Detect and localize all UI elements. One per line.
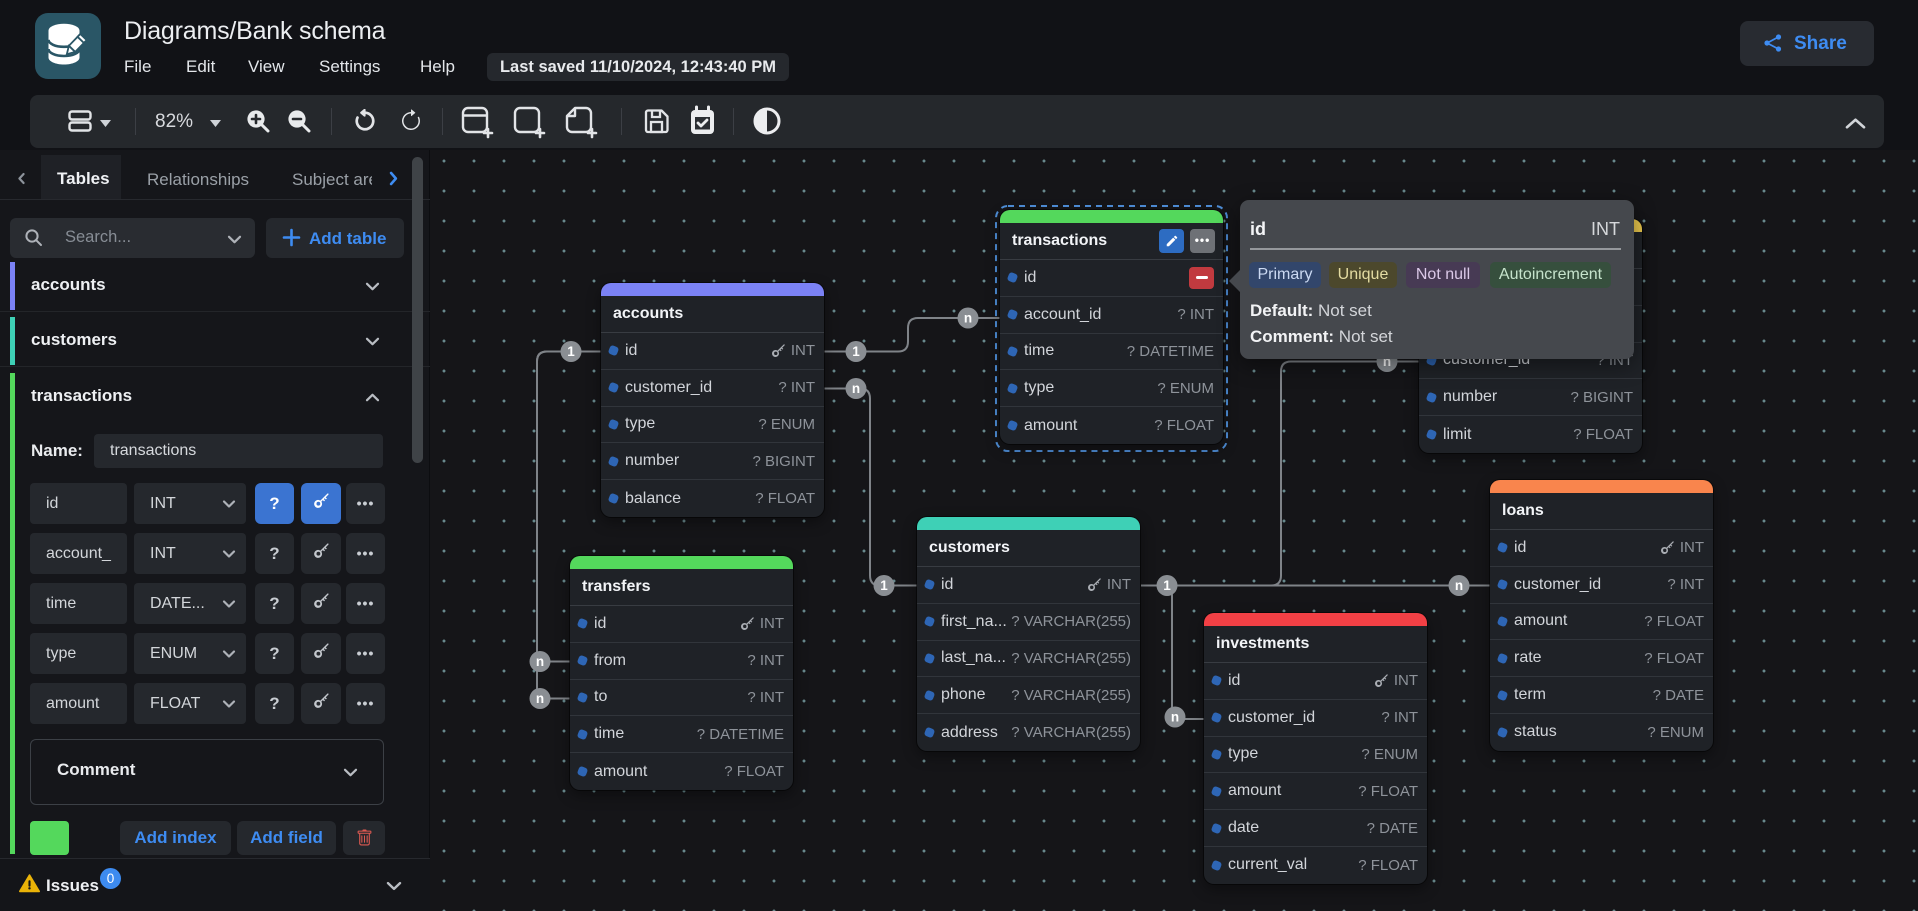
svg-text:n: n — [536, 654, 544, 669]
svg-text:1: 1 — [880, 578, 888, 593]
svg-text:1: 1 — [567, 344, 575, 359]
svg-text:1: 1 — [852, 344, 860, 359]
svg-text:n: n — [1455, 578, 1463, 593]
svg-text:n: n — [536, 691, 544, 706]
svg-text:n: n — [852, 381, 860, 396]
svg-text:n: n — [964, 311, 972, 326]
svg-text:1: 1 — [1163, 578, 1171, 593]
svg-text:n: n — [1171, 710, 1179, 725]
